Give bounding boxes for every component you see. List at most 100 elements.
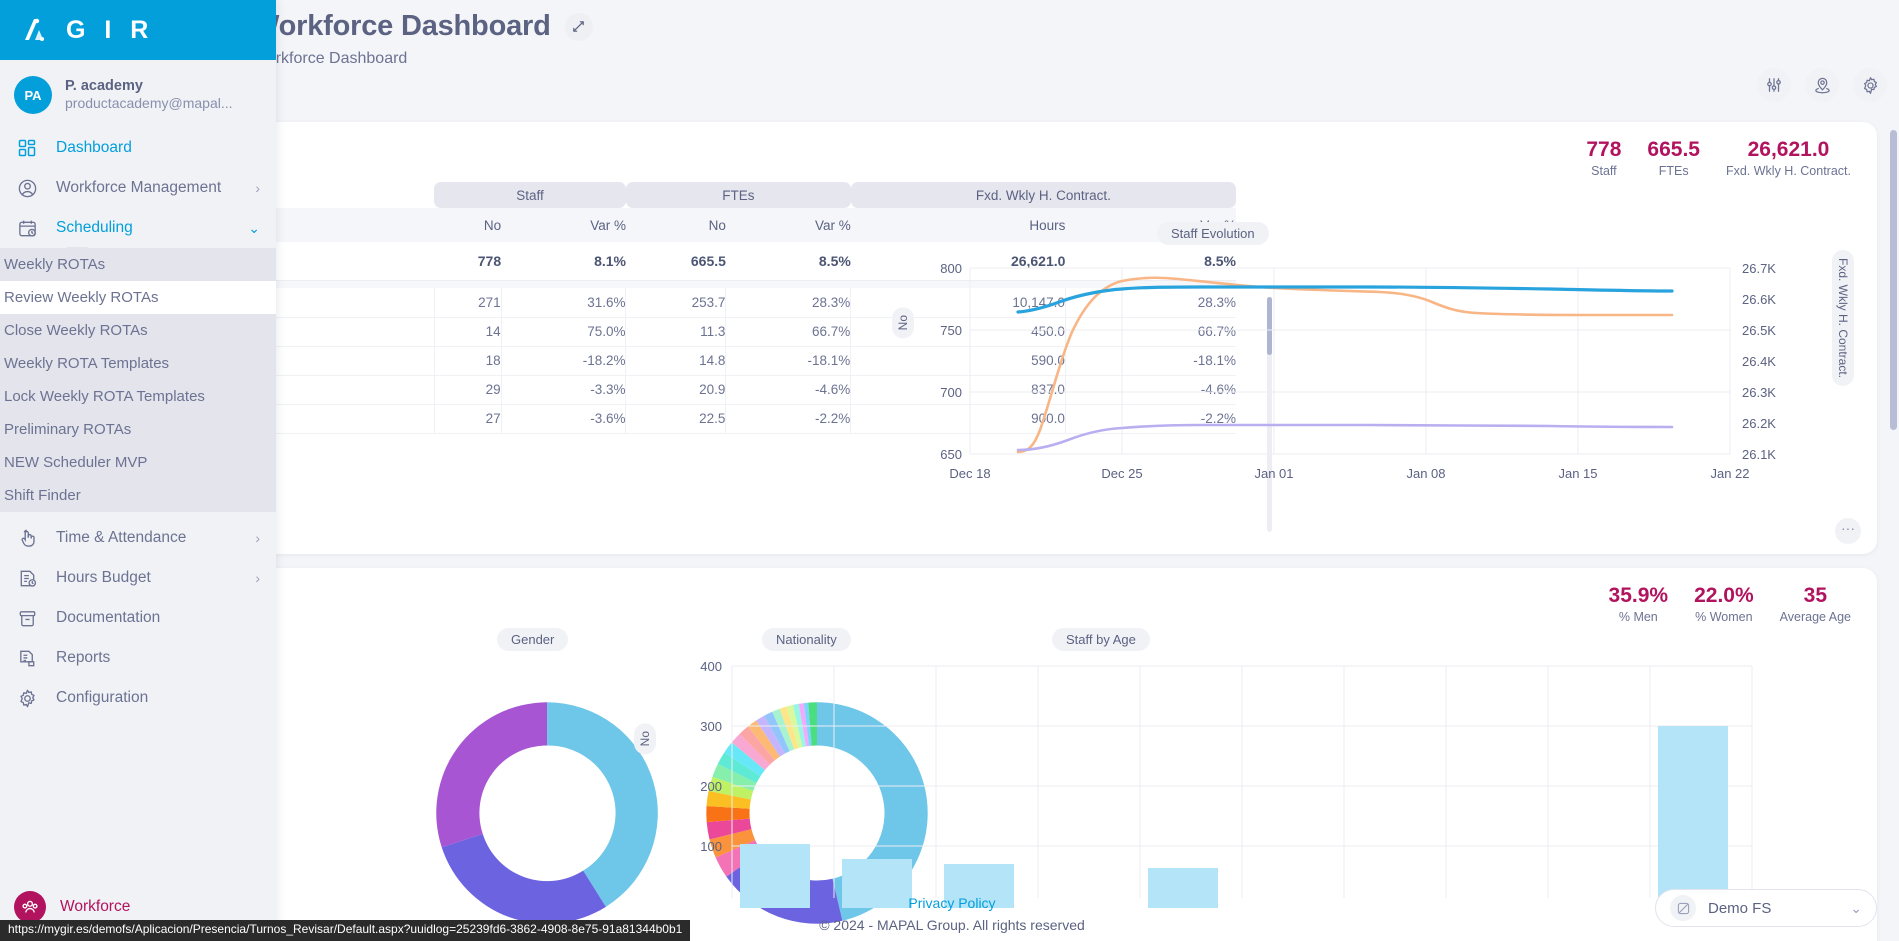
svg-text:200: 200 [700,779,722,794]
svg-text:26.2K: 26.2K [1742,416,1776,431]
submenu-item-shift-finder[interactable]: Shift Finder [0,479,276,512]
chart-title-gender: Gender [497,628,569,651]
submenu-item-new-scheduler-mvp[interactable]: NEW Scheduler MVP [0,446,276,479]
sidebar-item-label: Scheduling [56,219,133,237]
dashboard-grid-icon [14,135,40,161]
document-clock-icon [14,565,40,591]
cell: -3.3% [500,375,626,405]
kpi-value: 665.5 [1647,138,1700,161]
cell: -3.6% [500,404,626,434]
privacy-policy-link[interactable]: Privacy Policy [252,895,1652,911]
svg-text:Jan 22: Jan 22 [1710,466,1749,481]
kpi-fxd-wkly-h-contract: 26,621.0 Fxd. Wkly H. Contract. [1726,138,1851,178]
page-scrollbar[interactable] [1890,130,1897,930]
chart-options-icon[interactable]: ··· [1835,518,1861,544]
svg-text:Jan 15: Jan 15 [1558,466,1597,481]
kpi-label: Staff [1591,164,1617,179]
svg-text:Dec 18: Dec 18 [949,466,990,481]
kpi-value: 26,621.0 [1747,138,1830,161]
cell: 29 [433,375,502,405]
subheader-cell: Hours [850,208,1066,242]
staff-summary-card: 778 Staff 665.5 FTEs 26,621.0 Fxd. Wkly … [252,122,1877,554]
submenu-item-review-weekly-rotas[interactable]: Review Weekly ROTAs [0,281,276,314]
sidebar-brand-name: G I R [66,15,155,44]
scheduling-submenu: Weekly ROTAs Review Weekly ROTAs Close W… [0,247,276,512]
cell: 31.6% [500,288,626,318]
sidebar-item-label: Configuration [56,689,149,707]
group-header-staff: Staff [434,182,626,208]
building-icon [1670,895,1696,921]
kpi-ftes: 665.5 FTEs [1647,138,1700,178]
submenu-item-label: Lock Weekly ROTA Templates [4,388,205,405]
subheader-cell: Var % [501,208,626,242]
sidebar-item-workforce-management[interactable]: Workforce Management › [0,168,276,208]
header-toolbar [1757,68,1887,102]
calendar-clock-icon [14,215,40,241]
cell: -18.1% [725,346,851,376]
chevron-down-icon[interactable]: ⌄ [1850,900,1862,917]
total-cell: 665.5 [625,242,726,281]
gear-icon[interactable] [1853,68,1887,102]
submenu-item-close-weekly-rotas[interactable]: Close Weekly ROTAs [0,314,276,347]
chevron-down-icon: ⌄ [248,219,260,236]
chart-title-nationality: Nationality [762,628,851,651]
sidebar-user-email: productacademy@mapal... [65,94,233,111]
submenu-item-weekly-rotas[interactable]: Weekly ROTAs [0,248,276,281]
bottom-kpi-row: 35.9% % Men 22.0% % Women 35 Average Age [1609,584,1851,624]
group-header-fxd: Fxd. Wkly H. Contract. [850,182,1236,208]
sidebar-item-time-attendance[interactable]: Time & Attendance › [0,518,276,558]
cell: 271 [433,288,502,318]
kpi-label: Average Age [1779,610,1851,625]
cell: 22.5 [625,404,726,434]
report-document-icon [14,645,40,671]
svg-text:Dec 25: Dec 25 [1101,466,1142,481]
submenu-item-weekly-rota-templates[interactable]: Weekly ROTA Templates [0,347,276,380]
cell: -2.2% [725,404,851,434]
filter-sliders-icon[interactable] [1757,68,1791,102]
sidebar-user-name: P. academy [65,77,143,94]
kpi-value: 35.9% [1608,584,1669,607]
chart-title-staff-evolution: Staff Evolution [1157,222,1269,245]
cell: 18 [433,346,502,376]
sidebar-item-label: Dashboard [56,139,132,157]
cell: 11.3 [625,317,726,347]
page-title-row: Workforce Dashboard [252,4,1892,43]
group-header-ftes: FTEs [625,182,851,208]
kpi-label: % Men [1618,610,1658,625]
table-group-header-row: Staff FTEs Fxd. Wkly H. Contract. [274,182,1236,208]
sidebar-item-configuration[interactable]: Configuration [0,678,276,718]
kpi-label: Fxd. Wkly H. Contract. [1725,164,1851,179]
svg-text:700: 700 [940,385,962,400]
total-cell: 8.1% [501,242,626,281]
sidebar-item-scheduling[interactable]: Scheduling ⌄ [0,208,276,248]
sidebar-item-hours-budget[interactable]: Hours Budget › [0,558,276,598]
food-service-label: Demo FS [1708,899,1772,917]
sidebar-item-documentation[interactable]: Documentation [0,598,276,638]
sidebar-bottom-label: Workforce [60,898,131,915]
page-header: Workforce Dashboard Workforce Dashboard [252,4,1892,114]
top-kpi-row: 778 Staff 665.5 FTEs 26,621.0 Fxd. Wkly … [1586,138,1851,178]
food-service-select[interactable]: Demo FS ⌄ [1655,889,1877,927]
kpi-label: FTEs [1658,164,1689,179]
sidebar-item-dashboard[interactable]: Dashboard [0,128,276,168]
expand-icon[interactable] [564,12,593,41]
cell: -4.6% [725,375,851,405]
sidebar: G I R PA P. academy productacademy@mapal… [0,0,276,941]
submenu-item-lock-weekly-rota-templates[interactable]: Lock Weekly ROTA Templates [0,380,276,413]
sidebar-item-label: Workforce Management [56,179,222,197]
location-pin-icon[interactable] [1805,68,1839,102]
svg-text:26.4K: 26.4K [1742,354,1776,369]
sidebar-user[interactable]: PA P. academy productacademy@mapal... [0,60,276,128]
page-subtitle: Workforce Dashboard [252,50,408,67]
submenu-item-preliminary-rotas[interactable]: Preliminary ROTAs [0,413,276,446]
sidebar-item-reports[interactable]: Reports [0,638,276,678]
kpi-label: % Women [1695,610,1753,625]
svg-text:26.1K: 26.1K [1742,447,1776,462]
svg-text:Jan 01: Jan 01 [1254,466,1293,481]
svg-text:650: 650 [940,447,962,462]
submenu-item-label: Shift Finder [4,487,81,504]
svg-text:750: 750 [940,323,962,338]
sidebar-brand[interactable]: G I R [0,0,276,60]
svg-text:26.3K: 26.3K [1742,385,1776,400]
submenu-item-label: NEW Scheduler MVP [4,454,148,471]
